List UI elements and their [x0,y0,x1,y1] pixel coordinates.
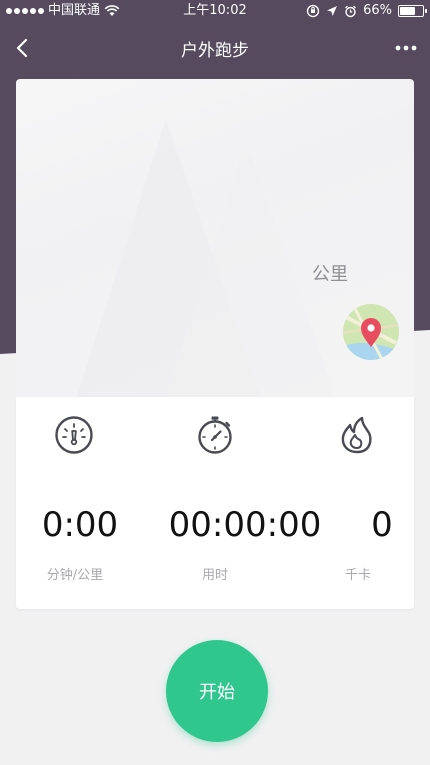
stopwatch-icon [198,416,232,454]
map-pin-icon [343,304,399,360]
navigation-bar: 户外跑步 [0,28,430,68]
pace-label: 分钟/公里 [46,568,104,583]
distance-panel: 公里 [16,79,414,399]
battery-icon [398,5,427,17]
more-button[interactable] [392,32,420,64]
pace-value: 0:00 [41,505,119,545]
duration-label: 用时 [201,568,228,583]
location-arrow-icon [327,6,338,16]
calories-label: 千卡 [344,568,371,583]
calories-value: 0 [371,505,393,545]
start-button-label: 开始 [199,682,235,703]
status-right: 66% [306,0,427,22]
map-button[interactable] [342,303,400,361]
distance-unit: 公里 [312,264,348,285]
battery-fill [400,7,415,15]
speedometer-icon [55,416,93,454]
start-button[interactable]: 开始 [166,640,268,742]
stats-card: 0:00 00:00:00 0 分钟/公里 用时 千卡 [16,397,414,609]
flame-icon [341,416,372,454]
battery-percent: 66% [363,3,392,18]
alarm-icon [345,5,357,17]
more-dots-icon [395,45,417,51]
page-title: 户外跑步 [181,41,249,61]
status-bar: 中国联通 上午10:02 66% [0,0,430,22]
orientation-lock-icon [306,4,320,18]
duration-value: 00:00:00 [168,505,322,545]
